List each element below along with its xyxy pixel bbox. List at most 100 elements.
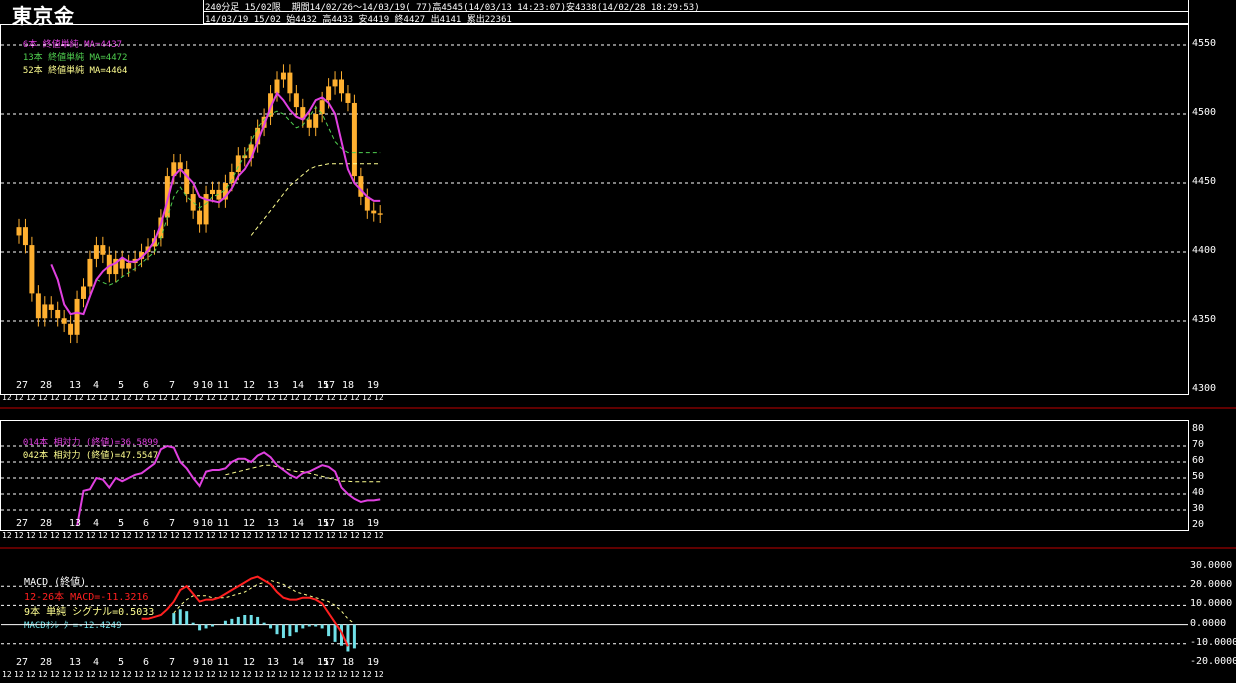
date-label: 13 — [69, 518, 82, 529]
candle-body — [42, 304, 48, 319]
candle-body — [274, 79, 280, 94]
time-label: 12 — [266, 670, 276, 679]
time-label: 12 — [14, 393, 24, 402]
candle-body — [100, 245, 106, 255]
time-label: 12 — [62, 670, 72, 679]
candle-body — [351, 102, 357, 177]
time-label: 12 — [170, 393, 180, 402]
time-label: 12 — [50, 393, 60, 402]
y-tick-label: -20.0000 — [1190, 656, 1236, 667]
y-tick-label: 20 — [1192, 519, 1205, 530]
time-label: 12 — [302, 531, 312, 540]
date-label: 14 — [292, 657, 305, 668]
time-label: 12 — [326, 670, 336, 679]
y-tick-label: 20.0000 — [1190, 579, 1233, 591]
y-tick-label: 4350 — [1192, 314, 1217, 325]
date-label: 9 — [193, 657, 200, 668]
date-label: 13 — [267, 380, 280, 391]
time-label: 12 — [242, 531, 252, 540]
date-label: 9 — [193, 380, 200, 391]
candle-body — [313, 114, 319, 128]
date-label: 7 — [169, 380, 176, 391]
chart-canvas[interactable] — [0, 0, 1236, 683]
candle-body — [345, 93, 351, 103]
time-label: 12 — [314, 531, 324, 540]
time-label: 12 — [290, 531, 300, 540]
candle-body — [377, 213, 383, 215]
time-label: 12 — [2, 393, 12, 402]
time-label: 12 — [146, 670, 156, 679]
candle-body — [332, 79, 338, 87]
time-label: 12 — [194, 393, 204, 402]
time-label: 12 — [110, 393, 120, 402]
time-label: 12 — [14, 670, 24, 679]
time-label: 12 — [74, 531, 84, 540]
date-label: 17 — [323, 657, 336, 668]
candle-body — [22, 227, 28, 246]
time-label: 12 — [302, 393, 312, 402]
candle-body — [35, 293, 41, 319]
date-label: 5 — [118, 380, 125, 391]
candle-body — [287, 72, 293, 94]
time-label: 12 — [314, 393, 324, 402]
time-label: 12 — [74, 393, 84, 402]
date-label: 10 — [201, 657, 214, 668]
time-label: 12 — [242, 670, 252, 679]
date-label: 12 — [243, 380, 256, 391]
time-label: 12 — [122, 393, 132, 402]
candle-body — [48, 304, 54, 310]
rsi-panel-frame — [0, 420, 1189, 531]
time-label: 12 — [374, 670, 384, 679]
time-label: 12 — [38, 670, 48, 679]
y-tick-label: -10.0000 — [1190, 636, 1236, 648]
y-tick-label: 4400 — [1192, 245, 1217, 256]
time-label: 12 — [206, 393, 216, 402]
main-panel-frame — [0, 24, 1189, 395]
candle-body — [358, 176, 364, 197]
time-label: 12 — [350, 670, 360, 679]
time-label: 12 — [230, 393, 240, 402]
y-tick-label: 4300 — [1192, 383, 1217, 394]
candle-body — [326, 86, 332, 101]
time-label: 12 — [62, 531, 72, 540]
time-label: 12 — [146, 531, 156, 540]
time-label: 12 — [326, 393, 336, 402]
macd-line — [141, 575, 349, 647]
y-tick-label: 80 — [1192, 423, 1205, 434]
time-label: 12 — [338, 670, 348, 679]
time-label: 12 — [302, 670, 312, 679]
time-label: 12 — [206, 531, 216, 540]
date-label: 13 — [267, 657, 280, 668]
time-label: 12 — [86, 531, 96, 540]
date-label: 4 — [93, 657, 100, 668]
time-label: 12 — [374, 531, 384, 540]
date-label: 28 — [40, 518, 53, 529]
candle-body — [126, 263, 132, 269]
date-label: 10 — [201, 380, 214, 391]
candle-body — [229, 171, 235, 183]
date-label: 5 — [118, 657, 125, 668]
date-label: 14 — [292, 380, 305, 391]
date-label: 11 — [217, 518, 230, 529]
time-label: 12 — [182, 531, 192, 540]
time-label: 12 — [326, 531, 336, 540]
candle-body — [29, 245, 35, 294]
time-label: 12 — [170, 670, 180, 679]
y-tick-label: 70 — [1192, 439, 1205, 450]
time-label: 12 — [122, 531, 132, 540]
time-label: 12 — [26, 393, 36, 402]
time-label: 12 — [266, 393, 276, 402]
date-label: 6 — [143, 657, 150, 668]
date-label: 5 — [118, 518, 125, 529]
y-tick-label: 10.0000 — [1190, 598, 1233, 610]
time-label: 12 — [338, 531, 348, 540]
time-label: 12 — [98, 531, 108, 540]
date-label: 7 — [169, 518, 176, 529]
time-label: 12 — [182, 393, 192, 402]
time-label: 12 — [266, 531, 276, 540]
date-label: 18 — [342, 380, 355, 391]
ma6-line — [50, 91, 381, 316]
date-label: 17 — [323, 380, 336, 391]
time-label: 12 — [194, 670, 204, 679]
candle-body — [74, 298, 80, 335]
